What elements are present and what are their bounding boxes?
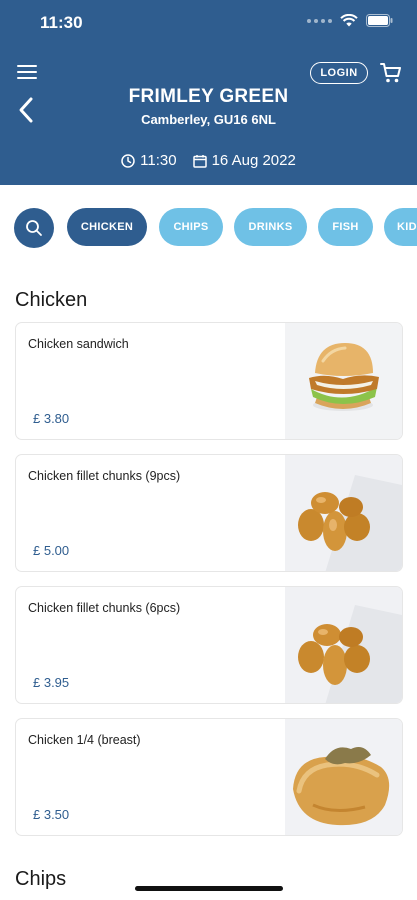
chicken-quarter-image xyxy=(285,719,402,835)
cart-icon[interactable] xyxy=(380,62,402,84)
product-price: £ 5.00 xyxy=(33,543,70,558)
calendar-icon xyxy=(192,154,207,168)
app-header: 11:30 FRIMLEY GREEN Camberley, GU16 6NL … xyxy=(0,0,417,185)
product-card[interactable]: Chicken fillet chunks (6pcs) £ 3.95 xyxy=(15,586,403,704)
status-bar: 11:30 xyxy=(0,0,417,46)
section-title-chicken: Chicken xyxy=(15,289,88,311)
chicken-chunks-image xyxy=(285,587,402,703)
product-name: Chicken sandwich xyxy=(28,337,129,351)
category-tab-drinks[interactable]: DRINKS xyxy=(234,208,307,246)
wifi-icon xyxy=(340,14,358,27)
search-icon xyxy=(26,220,42,236)
product-card[interactable]: Chicken fillet chunks (9pcs) £ 5.00 xyxy=(15,454,403,572)
product-name: Chicken fillet chunks (6pcs) xyxy=(28,601,181,615)
product-name: Chicken 1/4 (breast) xyxy=(28,733,141,747)
order-time: 11:30 xyxy=(121,152,177,169)
battery-icon xyxy=(366,14,393,27)
status-time: 11:30 xyxy=(40,13,83,32)
chicken-chunks-image xyxy=(285,455,402,571)
category-tab-kid[interactable]: KID xyxy=(384,208,417,246)
category-bar: CHICKEN CHIPS DRINKS FISH KID xyxy=(0,185,417,269)
clock-icon xyxy=(121,153,135,168)
store-name: FRIMLEY GREEN xyxy=(128,86,289,107)
order-date: 16 Aug 2022 xyxy=(192,152,296,169)
product-price: £ 3.95 xyxy=(33,675,70,690)
login-button[interactable]: LOGIN xyxy=(310,62,368,84)
search-button[interactable] xyxy=(14,208,54,248)
product-price: £ 3.80 xyxy=(33,411,70,426)
home-indicator[interactable] xyxy=(135,886,283,891)
store-location: Camberley, GU16 6NL xyxy=(141,112,276,127)
section-title-chips: Chips xyxy=(15,868,67,890)
menu-icon[interactable] xyxy=(17,65,39,83)
signal-dots-icon xyxy=(307,18,332,23)
status-icons xyxy=(307,14,393,27)
product-price: £ 3.50 xyxy=(33,807,70,822)
chicken-sandwich-image xyxy=(285,323,402,439)
category-tab-chips[interactable]: CHIPS xyxy=(159,208,223,246)
category-tab-fish[interactable]: FISH xyxy=(318,208,373,246)
order-datetime[interactable]: 11:30 16 Aug 2022 xyxy=(0,152,417,169)
category-tab-chicken[interactable]: CHICKEN xyxy=(67,208,147,246)
product-card[interactable]: Chicken sandwich £ 3.80 xyxy=(15,322,403,440)
product-name: Chicken fillet chunks (9pcs) xyxy=(28,469,181,483)
product-card[interactable]: Chicken 1/4 (breast) £ 3.50 xyxy=(15,718,403,836)
